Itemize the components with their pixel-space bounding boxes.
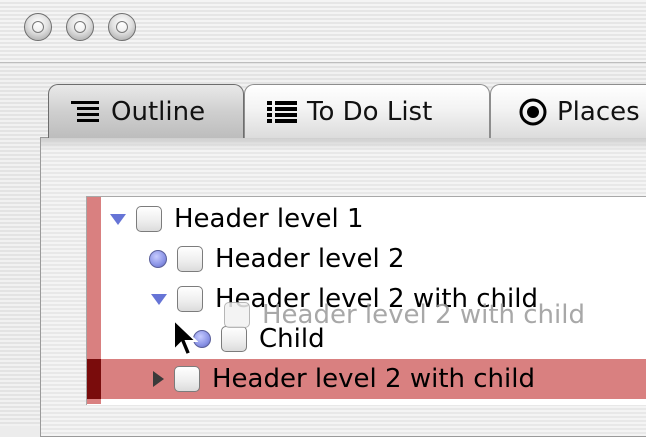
checkbox[interactable] (177, 246, 203, 272)
checkbox[interactable] (136, 206, 162, 232)
disclosure-triangle-collapsed-icon[interactable] (153, 371, 164, 387)
tab-outline[interactable]: Outline (48, 84, 244, 138)
outline-icon (71, 100, 101, 124)
mouse-cursor-icon (173, 318, 198, 357)
selection-margin-marker (87, 359, 101, 399)
disclosure-triangle-expanded-icon[interactable] (110, 213, 126, 225)
tab-places[interactable]: Places (490, 84, 646, 138)
tab-places-label: Places (557, 96, 640, 127)
checkbox[interactable] (177, 286, 203, 312)
row-label: Header level 2 with child (212, 364, 535, 394)
radio-icon (519, 98, 547, 126)
drag-ghost-row: Header level 2 with child (224, 300, 585, 330)
outline-row[interactable]: Header level 2 (101, 239, 646, 279)
title-bar (0, 0, 646, 63)
bullet-icon (149, 250, 167, 268)
disclosure-triangle-expanded-icon[interactable] (151, 293, 167, 305)
list-icon (267, 100, 297, 124)
panel-shadow (41, 138, 646, 150)
checkbox (224, 302, 250, 328)
drag-ghost-label: Header level 2 with child (262, 300, 585, 330)
window: Outline To Do List Places Header level 1… (0, 0, 646, 437)
close-button[interactable] (24, 13, 52, 41)
tab-to-do-list[interactable]: To Do List (244, 84, 490, 138)
zoom-button[interactable] (108, 13, 136, 41)
outline-row[interactable]: Header level 1 (101, 199, 646, 239)
minimize-button[interactable] (66, 13, 94, 41)
row-label: Header level 2 (215, 244, 405, 274)
tab-to-do-list-label: To Do List (307, 96, 433, 127)
tab-outline-label: Outline (111, 96, 206, 127)
outline-row-selected[interactable]: Header level 2 with child (101, 359, 646, 399)
row-label: Header level 1 (174, 204, 364, 234)
checkbox[interactable] (174, 366, 200, 392)
